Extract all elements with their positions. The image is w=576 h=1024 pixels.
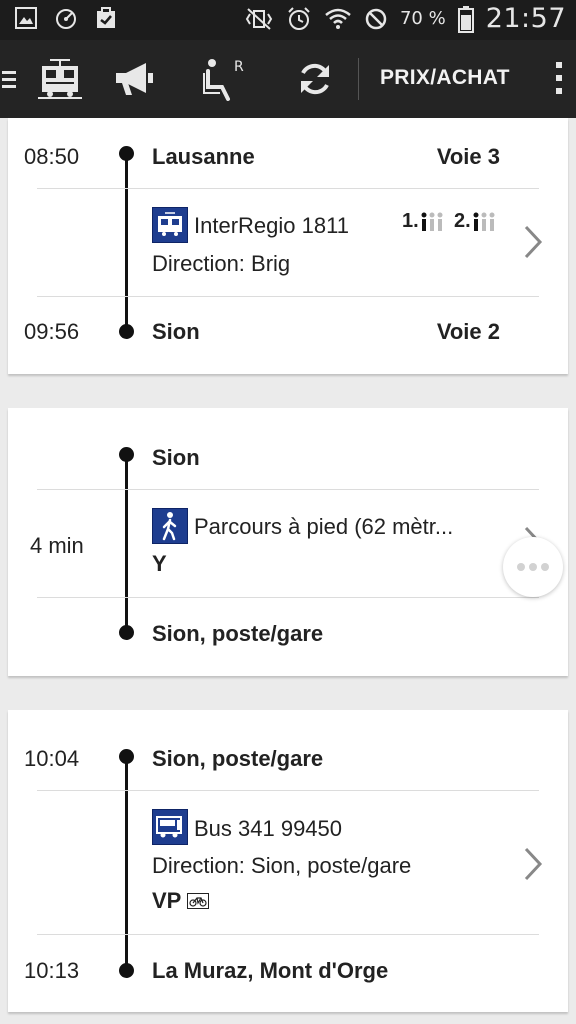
- journey-leg-bus[interactable]: 10:04 Sion, poste/gare Bus 341 99450 Dir…: [8, 710, 568, 1012]
- seat-reservation-icon[interactable]: R: [198, 55, 248, 103]
- do-not-disturb-icon: [365, 8, 387, 29]
- battery-icon: [457, 5, 474, 33]
- arrival-stop-dot: [119, 625, 134, 640]
- arrival-station: Sion: [152, 319, 200, 344]
- seat-badge: R: [234, 59, 244, 75]
- bus-attributes: VP: [152, 888, 210, 914]
- app-bar: R PRIX/ACHAT: [0, 40, 576, 118]
- bus-attribute-label: VP: [152, 888, 182, 913]
- more-dot: [529, 563, 537, 571]
- bicycle-icon: [187, 893, 210, 909]
- overflow-menu-icon[interactable]: [540, 60, 576, 100]
- divider: [37, 296, 539, 297]
- occupancy-people-icon: [473, 212, 495, 231]
- clipboard-check-icon: [97, 7, 115, 28]
- direction: Direction: Sion, poste/gare: [152, 853, 412, 878]
- departure-station: Sion: [152, 445, 200, 470]
- arrival-platform: Voie 2: [436, 319, 500, 344]
- route-line: [125, 454, 128, 632]
- occupancy-first-class: 1.: [402, 210, 445, 233]
- alarm-icon: [288, 6, 310, 30]
- status-bar: 70 % 21:57: [0, 0, 576, 40]
- app-bar-divider: [358, 58, 359, 100]
- bus-icon: [152, 809, 188, 845]
- divider: [37, 597, 539, 598]
- line-name: Parcours à pied (62 mètr...: [194, 514, 454, 539]
- chevron-right-icon[interactable]: [522, 845, 544, 883]
- departure-station: Lausanne: [152, 144, 255, 169]
- divider: [37, 934, 539, 935]
- departure-time: 08:50: [24, 144, 80, 169]
- megaphone-icon[interactable]: [110, 55, 158, 103]
- train-icon: [152, 207, 188, 243]
- more-dot: [541, 563, 549, 571]
- route-line: [125, 756, 128, 970]
- walk-duration: 4 min: [30, 533, 84, 558]
- arrival-station: Sion, poste/gare: [152, 621, 324, 646]
- departure-stop-dot: [119, 146, 134, 161]
- occupancy-second-class: 2.: [454, 210, 497, 233]
- departure-stop-dot: [119, 749, 134, 764]
- arrival-stop-dot: [119, 324, 134, 339]
- divider: [37, 489, 539, 490]
- menu-icon[interactable]: [0, 55, 20, 103]
- divider: [37, 790, 539, 791]
- speedometer-icon: [56, 9, 76, 29]
- clock: 21:57: [485, 3, 566, 34]
- floating-more-button[interactable]: [503, 537, 563, 597]
- battery-percent: 70 %: [399, 8, 446, 29]
- journey-leg-train[interactable]: 08:50 Lausanne Voie 3 InterRegio 1811 1.…: [8, 118, 568, 374]
- price-purchase-button[interactable]: PRIX/ACHAT: [380, 66, 510, 90]
- arrival-stop-dot: [119, 963, 134, 978]
- gallery-icon: [15, 7, 37, 29]
- vibrate-mute-icon: [245, 7, 273, 30]
- divider: [37, 188, 539, 189]
- occupancy-people-icon: [421, 212, 443, 231]
- departure-stop-dot: [119, 447, 134, 462]
- arrival-station: La Muraz, Mont d'Orge: [152, 958, 389, 983]
- journey-leg-walk[interactable]: Sion 4 min Parcours à pied (62 mètr... Y…: [8, 408, 568, 676]
- timetable-train-icon[interactable]: [36, 55, 84, 103]
- departure-platform: Voie 3: [436, 144, 500, 169]
- line-name: InterRegio 1811: [194, 213, 349, 238]
- occupancy-second-label: 2.: [454, 210, 471, 232]
- route-line: [125, 153, 128, 331]
- departure-station: Sion, poste/gare: [152, 746, 324, 771]
- occupancy-first-label: 1.: [402, 210, 419, 232]
- arrival-time: 10:13: [24, 958, 80, 983]
- walk-icon: [152, 508, 188, 544]
- more-dot: [517, 563, 525, 571]
- departure-time: 10:04: [24, 746, 80, 771]
- line-name: Bus 341 99450: [194, 816, 343, 841]
- refresh-icon[interactable]: [292, 55, 338, 103]
- wifi-icon: [325, 8, 351, 29]
- walk-attribute: Y: [152, 551, 167, 576]
- arrival-time: 09:56: [24, 319, 80, 344]
- direction: Direction: Brig: [152, 251, 291, 276]
- chevron-right-icon[interactable]: [522, 223, 544, 261]
